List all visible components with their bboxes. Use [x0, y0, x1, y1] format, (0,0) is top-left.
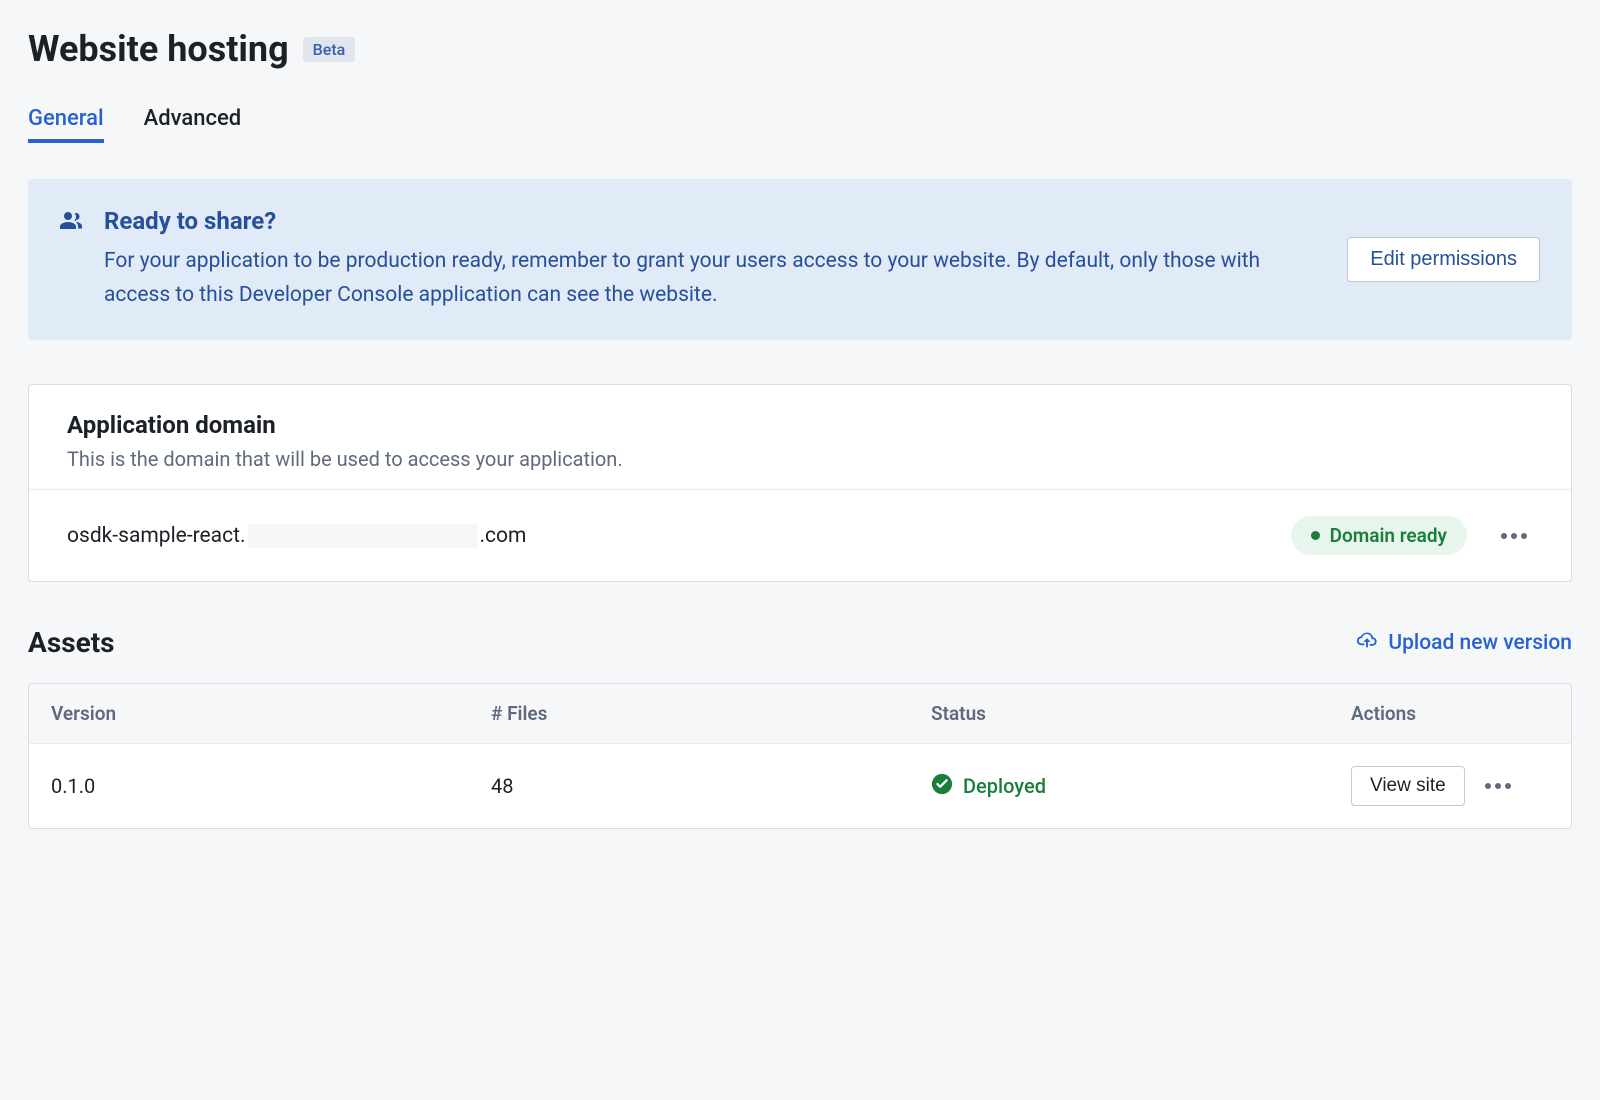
edit-permissions-button[interactable]: Edit permissions — [1347, 237, 1540, 282]
tabs: General Advanced — [28, 106, 1572, 143]
domain-status-text: Domain ready — [1330, 524, 1447, 547]
page-title: Website hosting — [28, 28, 289, 70]
row-more-button[interactable] — [1479, 777, 1517, 795]
status-dot-icon — [1311, 531, 1320, 540]
assets-table: Version # Files Status Actions 0.1.0 48 … — [28, 683, 1572, 829]
check-circle-icon — [931, 773, 953, 800]
domain-card-title: Application domain — [67, 411, 1533, 439]
domain-status-badge: Domain ready — [1291, 516, 1467, 555]
col-files: # Files — [491, 702, 931, 725]
domain-more-button[interactable] — [1495, 527, 1533, 545]
table-row: 0.1.0 48 Deployed View site — [29, 744, 1571, 828]
people-icon — [60, 211, 84, 235]
domain-prefix: osdk-sample-react. — [67, 524, 246, 548]
col-status: Status — [931, 702, 1351, 725]
domain-redacted — [248, 524, 478, 548]
upload-icon — [1356, 629, 1378, 657]
share-callout: Ready to share? For your application to … — [28, 179, 1572, 340]
upload-new-version-link[interactable]: Upload new version — [1356, 629, 1572, 657]
domain-card-subtitle: This is the domain that will be used to … — [67, 447, 1533, 471]
domain-suffix: .com — [480, 524, 527, 548]
tab-advanced[interactable]: Advanced — [144, 106, 242, 143]
callout-text: For your application to be production re… — [104, 245, 1327, 312]
callout-title: Ready to share? — [104, 207, 1327, 235]
domain-card: Application domain This is the domain th… — [28, 384, 1572, 582]
tab-general[interactable]: General — [28, 106, 104, 143]
cell-status: Deployed — [931, 773, 1351, 800]
assets-title: Assets — [28, 626, 115, 659]
view-site-button[interactable]: View site — [1351, 766, 1465, 806]
domain-value: osdk-sample-react. .com — [67, 524, 526, 548]
beta-badge: Beta — [303, 37, 356, 62]
cell-actions: View site — [1351, 766, 1549, 806]
status-text: Deployed — [963, 774, 1046, 798]
cell-files: 48 — [491, 774, 931, 798]
col-actions: Actions — [1351, 702, 1549, 725]
col-version: Version — [51, 702, 491, 725]
upload-link-text: Upload new version — [1388, 631, 1572, 655]
cell-version: 0.1.0 — [51, 774, 491, 798]
table-header-row: Version # Files Status Actions — [29, 684, 1571, 744]
